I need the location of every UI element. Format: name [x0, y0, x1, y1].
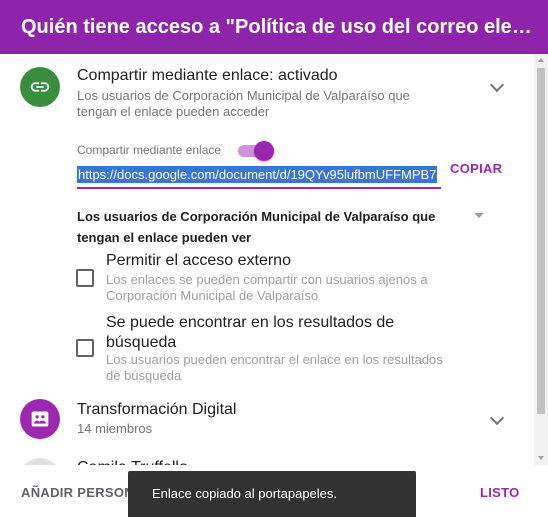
- scrollbar-thumb[interactable]: [537, 68, 545, 414]
- dropdown-arrow-icon[interactable]: [474, 213, 484, 218]
- searchable-checkbox[interactable]: [76, 339, 94, 357]
- group-avatar: [20, 399, 60, 439]
- copy-button[interactable]: COPIAR: [450, 161, 502, 176]
- link-avatar: [20, 67, 60, 107]
- group-name: Transformación Digital: [77, 401, 237, 418]
- group-icon: [31, 411, 49, 427]
- external-access-description: Los enlaces se pueden compartir con usua…: [106, 272, 428, 303]
- link-share-toggle[interactable]: [236, 141, 274, 161]
- searchable-description: Los usuarios pueden encontrar el enlace …: [106, 352, 443, 383]
- link-url-text[interactable]: https://docs.google.com/document/d/19QYv…: [77, 166, 438, 183]
- audience-select[interactable]: Los usuarios de Corporación Municipal de…: [77, 206, 457, 248]
- external-access-checkbox[interactable]: [76, 269, 94, 287]
- dialog-title: Quién tiene acceso a "Política de uso de…: [0, 0, 548, 54]
- link-url-field[interactable]: https://docs.google.com/document/d/19QYv…: [77, 166, 441, 189]
- link-icon: [30, 82, 50, 92]
- scroll-up-icon[interactable]: [538, 58, 544, 62]
- done-button[interactable]: LISTO: [480, 485, 520, 500]
- scroll-down-icon[interactable]: [538, 456, 544, 460]
- external-access-title: Permitir el acceso externo: [106, 252, 291, 269]
- snackbar-toast: Enlace copiado al portapapeles.: [128, 471, 416, 517]
- toggle-label: Compartir mediante enlace: [77, 143, 222, 157]
- link-share-title: Compartir mediante enlace: activado: [77, 67, 338, 84]
- toggle-knob: [254, 141, 274, 161]
- searchable-title: Se puede encontrar en los resultados de …: [106, 314, 395, 351]
- group-members: 14 miembros: [77, 421, 153, 436]
- link-share-description: Los usuarios de Corporación Municipal de…: [77, 88, 410, 119]
